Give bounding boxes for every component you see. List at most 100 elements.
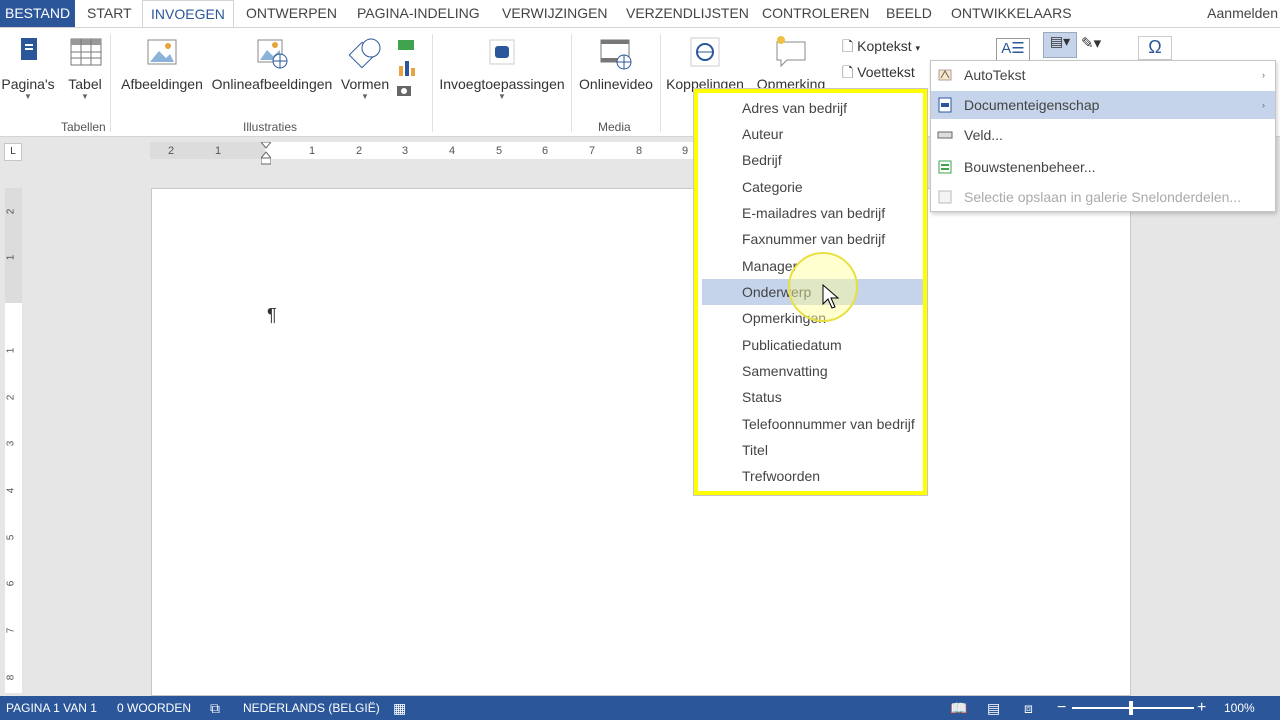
online-pictures-button[interactable]: Onlineafbeeldingen: [208, 36, 336, 92]
tab-file[interactable]: BESTAND: [0, 0, 76, 27]
proofing-icon[interactable]: ⧉: [210, 696, 220, 720]
tab-review[interactable]: CONTROLEREN: [762, 0, 869, 27]
submenu-item[interactable]: Adres van bedrijf: [702, 95, 923, 121]
submenu-item[interactable]: Publicatiedatum: [702, 332, 923, 358]
quick-parts-menu: AutoTekst › Documenteigenschap › Veld...…: [930, 60, 1276, 212]
ruler-number: 2: [5, 208, 17, 215]
vertical-ruler[interactable]: 2 1 1 2 3 4 5 6 7 8: [5, 188, 22, 693]
separator: [571, 34, 572, 132]
document-property-icon: [938, 97, 952, 113]
online-video-button[interactable]: Onlinevideo: [574, 36, 658, 92]
smartart-chart-screenshot-buttons[interactable]: [394, 36, 420, 102]
document-page[interactable]: [151, 188, 1131, 696]
apps-button[interactable]: Invoegtoepassingen ▼: [434, 36, 570, 102]
submenu-item[interactable]: Faxnummer van bedrijf: [702, 226, 923, 252]
table-button[interactable]: Tabel ▼: [64, 36, 106, 102]
shapes-button[interactable]: Vormen ▼: [338, 36, 392, 102]
screenshot-icon: [394, 80, 420, 102]
separator: [660, 34, 661, 132]
symbol-icon[interactable]: Ω: [1138, 36, 1172, 60]
autotext-icon: [938, 69, 952, 81]
building-blocks-icon: [938, 160, 952, 174]
zoom-slider[interactable]: [1072, 701, 1194, 715]
tab-mailings[interactable]: VERZENDLIJSTEN: [626, 0, 749, 27]
textbox-icon[interactable]: A☰: [996, 38, 1030, 62]
sign-in-link[interactable]: Aanmelden: [1207, 0, 1278, 27]
comment-icon: [773, 36, 809, 70]
read-mode-icon[interactable]: 📖: [950, 696, 967, 720]
mouse-cursor-icon: [822, 284, 840, 309]
tab-view[interactable]: BEELD: [886, 0, 932, 27]
save-to-gallery-icon: [938, 190, 952, 204]
zoom-level[interactable]: 100%: [1224, 696, 1255, 720]
comment-button[interactable]: Opmerking: [752, 36, 830, 92]
separator: [432, 34, 433, 132]
tab-start[interactable]: START: [87, 0, 132, 27]
tab-selector-icon[interactable]: L: [4, 143, 22, 161]
links-button[interactable]: Koppelingen: [662, 36, 748, 92]
tab-insert[interactable]: INVOEGEN: [142, 0, 234, 27]
chevron-down-icon: ▾: [915, 43, 921, 53]
submenu-item[interactable]: Categorie: [702, 174, 923, 200]
macro-recording-icon[interactable]: ▦: [393, 696, 406, 720]
online-video-icon: [598, 36, 634, 70]
ruler-number: 1: [5, 254, 17, 261]
chevron-down-icon: ▼: [498, 92, 506, 101]
indent-marker-icon[interactable]: [261, 142, 271, 166]
ruler-number: 7: [5, 627, 17, 634]
menu-item-building-blocks-organizer[interactable]: Bouwstenenbeheer...: [931, 153, 1275, 181]
header-button[interactable]: 🗋 Koptekst ▾: [842, 36, 920, 60]
print-layout-icon[interactable]: ▤: [987, 696, 1000, 720]
ruler-number: 1: [309, 145, 316, 157]
zoom-slider-thumb[interactable]: [1129, 701, 1133, 715]
pages-button[interactable]: Pagina's ▼: [0, 36, 56, 102]
footer-icon: 🗋: [842, 64, 854, 80]
chevron-down-icon: ▼: [24, 92, 32, 101]
submenu-item[interactable]: Auteur: [702, 121, 923, 147]
web-layout-icon[interactable]: ⧈: [1024, 696, 1033, 720]
submenu-item[interactable]: Status: [702, 384, 923, 410]
menu-item-document-property[interactable]: Documenteigenschap ›: [931, 91, 1275, 119]
zoom-in-icon[interactable]: +: [1197, 696, 1206, 720]
menu-item-save-selection-to-gallery[interactable]: Selectie opslaan in galerie Snelonderdel…: [931, 183, 1275, 211]
language-indicator[interactable]: NEDERLANDS (BELGIË): [243, 696, 380, 720]
pictures-button[interactable]: Afbeeldingen: [117, 36, 207, 92]
menu-item-field[interactable]: Veld...: [931, 121, 1275, 149]
ruler-number: 3: [5, 440, 17, 447]
word-count[interactable]: 0 WOORDEN: [117, 696, 191, 720]
header-icon: 🗋: [842, 38, 854, 54]
quick-parts-icon[interactable]: ▤▾: [1043, 32, 1077, 58]
zoom-out-icon[interactable]: −: [1057, 696, 1066, 720]
page-count[interactable]: PAGINA 1 VAN 1: [6, 696, 97, 720]
tab-page-layout[interactable]: PAGINA-INDELING: [357, 0, 480, 27]
tab-design[interactable]: ONTWERPEN: [246, 0, 337, 27]
ruler-number: 2: [5, 394, 17, 401]
submenu-item[interactable]: Titel: [702, 437, 923, 463]
table-icon: [67, 36, 103, 70]
chevron-down-icon: ▼: [81, 92, 89, 101]
submenu-item[interactable]: Trefwoorden: [702, 463, 923, 489]
submenu-item[interactable]: E-mailadres van bedrijf: [702, 200, 923, 226]
menu-item-autotext[interactable]: AutoTekst ›: [931, 61, 1275, 89]
horizontal-ruler[interactable]: 2 1 1 2 3 4 5 6 7 8 9: [150, 142, 695, 165]
tab-developer[interactable]: ONTWIKKELAARS: [951, 0, 1072, 27]
ruler-number: 2: [168, 145, 175, 157]
wordart-icon[interactable]: ✎▾: [1081, 34, 1101, 52]
chevron-down-icon: ▼: [361, 92, 369, 101]
footer-button[interactable]: 🗋 Voettekst: [842, 62, 915, 86]
submenu-item[interactable]: Telefoonnummer van bedrijf: [702, 411, 923, 437]
store-icon: [484, 36, 520, 70]
ruler-number: 5: [496, 145, 503, 157]
submenu-item[interactable]: Bedrijf: [702, 147, 923, 173]
tab-references[interactable]: VERWIJZINGEN: [502, 0, 608, 27]
submenu-item[interactable]: Samenvatting: [702, 358, 923, 384]
smartart-icon: [394, 36, 420, 58]
ruler-number: 7: [589, 145, 596, 157]
group-label-media: Media: [598, 120, 631, 134]
ruler-number: 8: [5, 674, 17, 681]
ruler-number: 4: [449, 145, 456, 157]
status-bar: PAGINA 1 VAN 1 0 WOORDEN ⧉ NEDERLANDS (B…: [0, 696, 1280, 720]
ruler-number: 6: [542, 145, 549, 157]
ruler-margin: [5, 188, 22, 303]
field-icon: [937, 131, 953, 139]
